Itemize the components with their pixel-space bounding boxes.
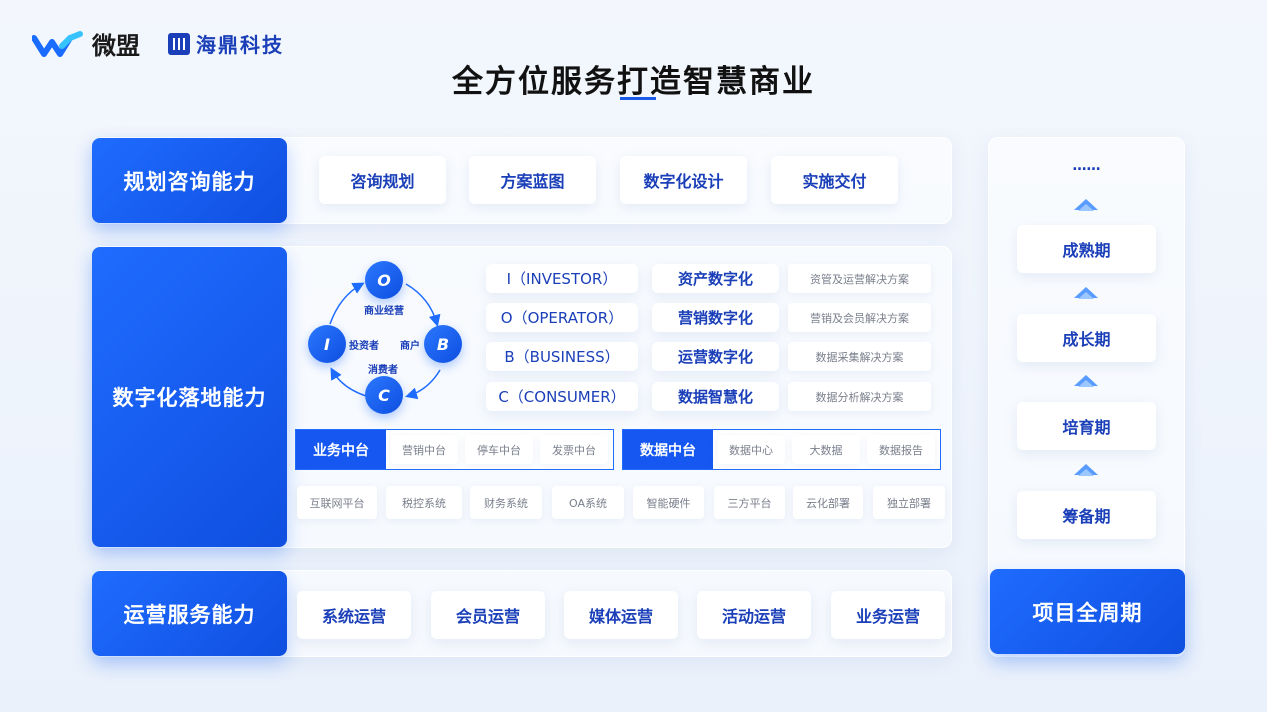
operations-head: 运营服务能力 bbox=[92, 571, 287, 656]
stage-chip-nurture: 培育期 bbox=[1017, 402, 1156, 450]
business-center-item: 营销中台 bbox=[390, 435, 458, 464]
operations-item: 系统运营 bbox=[297, 591, 411, 639]
business-center-item: 发票中台 bbox=[540, 435, 608, 464]
operations-item: 活动运营 bbox=[697, 591, 811, 639]
planning-item: 方案蓝图 bbox=[469, 156, 596, 204]
stage-arrow-icon bbox=[1074, 375, 1098, 387]
business-center-item: 停车中台 bbox=[465, 435, 533, 464]
data-center-head: 数据中台 bbox=[623, 430, 713, 469]
haiding-logo-icon bbox=[168, 32, 190, 55]
data-center-item: 数据中心 bbox=[717, 435, 785, 464]
planning-item: 数字化设计 bbox=[620, 156, 747, 204]
business-center-head: 业务中台 bbox=[296, 430, 386, 469]
digital-name-chip: 营销数字化 bbox=[652, 303, 779, 332]
solution-chip: 资管及运营解决方案 bbox=[788, 264, 931, 293]
planning-item: 咨询规划 bbox=[319, 156, 446, 204]
haiding-logo-text: 海鼎科技 bbox=[196, 33, 284, 57]
solution-chip: 数据采集解决方案 bbox=[788, 342, 931, 371]
system-chip: 云化部署 bbox=[793, 486, 863, 519]
stage-chip-prepare: 筹备期 bbox=[1017, 491, 1156, 539]
cycle-label-operator: 商业经营 bbox=[364, 306, 404, 317]
system-chip: 财务系统 bbox=[470, 486, 542, 519]
digital-head: 数字化落地能力 bbox=[92, 247, 287, 547]
role-chip: C（CONSUMER） bbox=[486, 382, 638, 411]
role-chip: B（BUSINESS） bbox=[486, 342, 638, 371]
system-chip: 税控系统 bbox=[386, 486, 462, 519]
data-center-item: 大数据 bbox=[792, 435, 860, 464]
system-chip: 智能硬件 bbox=[633, 486, 704, 519]
system-chip: 独立部署 bbox=[873, 486, 945, 519]
cycle-node-o: O bbox=[365, 261, 403, 299]
cycle-label-investor: 投资者 bbox=[349, 341, 379, 352]
digital-name-chip: 资产数字化 bbox=[652, 264, 779, 293]
solution-chip: 数据分析解决方案 bbox=[788, 382, 931, 411]
stage-chip-growth: 成长期 bbox=[1017, 314, 1156, 362]
page-title: 全方位服务打造智慧商业 bbox=[452, 64, 815, 100]
cycle-label-merchant: 商户 bbox=[400, 341, 420, 352]
system-chip: 互联网平台 bbox=[297, 486, 377, 519]
digital-name-chip: 数据智慧化 bbox=[652, 382, 779, 411]
system-chip: OA系统 bbox=[552, 486, 624, 519]
operations-item: 会员运营 bbox=[431, 591, 545, 639]
operations-item: 媒体运营 bbox=[564, 591, 678, 639]
cycle-node-i: I bbox=[308, 325, 346, 363]
role-chip: O（OPERATOR） bbox=[486, 303, 638, 332]
role-chip: I（INVESTOR） bbox=[486, 264, 638, 293]
stage-chip-mature: 成熟期 bbox=[1017, 225, 1156, 273]
cycle-label-consumer: 消费者 bbox=[368, 365, 398, 376]
cycle-node-b: B bbox=[424, 325, 462, 363]
title-underline bbox=[620, 97, 656, 100]
stage-arrow-icon bbox=[1074, 287, 1098, 299]
lifecycle-dots: …… bbox=[1072, 158, 1101, 174]
planning-item: 实施交付 bbox=[771, 156, 898, 204]
data-center-item: 数据报告 bbox=[867, 435, 935, 464]
digital-name-chip: 运营数字化 bbox=[652, 342, 779, 371]
operations-item: 业务运营 bbox=[831, 591, 945, 639]
cycle-node-c: C bbox=[365, 376, 403, 414]
weimeng-logo-icon bbox=[32, 30, 83, 57]
haiding-logo: 海鼎科技 bbox=[168, 29, 284, 58]
planning-head: 规划咨询能力 bbox=[92, 138, 287, 223]
stage-arrow-icon bbox=[1074, 199, 1098, 211]
lifecycle-head: 项目全周期 bbox=[990, 569, 1185, 654]
stage-arrow-icon bbox=[1074, 464, 1098, 476]
solution-chip: 营销及会员解决方案 bbox=[788, 303, 931, 332]
system-chip: 三方平台 bbox=[714, 486, 785, 519]
